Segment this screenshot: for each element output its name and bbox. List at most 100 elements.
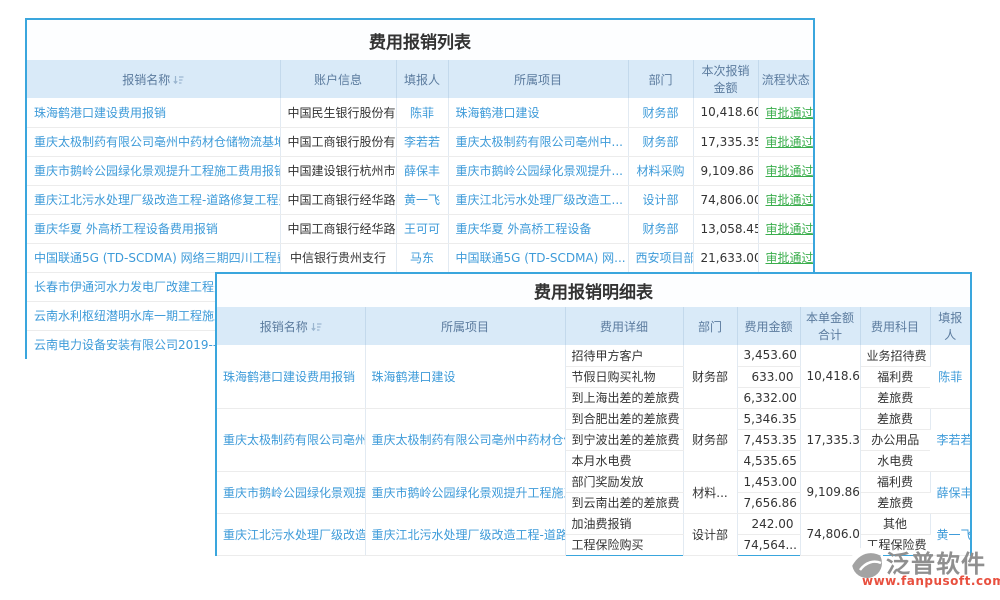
project-link[interactable]: 珠海鹤港口建设 (448, 98, 628, 127)
expense-name-link[interactable]: 珠海鹤港口建设费用报销 (27, 98, 280, 127)
amount-cell: 5,346.35 (737, 408, 800, 429)
dept-cell: 财务部 (683, 345, 737, 408)
detail-cell: 到宁波出差的差旅费 (565, 429, 683, 450)
category-cell: 差旅费 (860, 492, 930, 513)
amount-cell: 6,332.00 (737, 387, 800, 408)
account-cell: 中国工商银行经华路支行 (280, 214, 396, 243)
sort-icon[interactable] (311, 321, 322, 335)
project-link[interactable]: 重庆江北污水处理厂级改造工... (448, 185, 628, 214)
detail-cell: 到云南出差的差旅费 (565, 492, 683, 513)
category-cell: 福利费 (860, 366, 930, 387)
table-row: 重庆市鹅岭公园绿化景观提升工程施工费用报销 中国建设银行杭州市上... 薛保丰 … (27, 156, 813, 185)
dept-cell[interactable]: 财务部 (628, 214, 693, 243)
col-header-detail: 费用详细 (565, 307, 683, 345)
col-header-total: 本单金额合计 (800, 307, 860, 345)
category-cell: 水电费 (860, 450, 930, 471)
status-link[interactable]: 审批通过 (758, 243, 813, 272)
table-row: 重庆江北污水处理厂级改造工程-道路修复工程费用... 中国工商银行经华路支行 黄… (27, 185, 813, 214)
sort-icon[interactable] (173, 74, 184, 88)
expense-detail-header-row: 报销名称 所属项目 费用详细 部门 费用金额 本单金额合计 费用科目 填报人 (217, 307, 970, 345)
filler-link[interactable]: 薛保丰 (930, 471, 970, 513)
amount-cell: 633.00 (737, 366, 800, 387)
dept-cell: 设计部 (683, 513, 737, 555)
project-link[interactable]: 重庆太极制药有限公司亳州中... (448, 127, 628, 156)
project-link[interactable]: 重庆华夏 外高桥工程设备 (448, 214, 628, 243)
status-link[interactable]: 审批通过 (758, 214, 813, 243)
table-row: 重庆太极制药有限公司亳州中药材 重庆太极制药有限公司亳州中药材仓储物流 到合肥出… (217, 408, 970, 429)
filler-link[interactable]: 薛保丰 (396, 156, 448, 185)
project-link[interactable]: 重庆江北污水处理厂级改造工程-道路修复工 (365, 513, 565, 555)
filler-link[interactable]: 李若若 (396, 127, 448, 156)
category-cell: 福利费 (860, 471, 930, 492)
detail-cell: 节假日购买礼物 (565, 366, 683, 387)
account-cell: 中国建设银行杭州市上... (280, 156, 396, 185)
detail-cell: 到上海出差的差旅费 (565, 387, 683, 408)
filler-link[interactable]: 黄一飞 (396, 185, 448, 214)
col-header-project: 所属项目 (448, 60, 628, 98)
expense-name-link[interactable]: 重庆太极制药有限公司亳州中药材 (217, 408, 365, 471)
expense-name-link[interactable]: 中国联通5G (TD-SCDMA) 网络三期四川工程费... (27, 243, 280, 272)
amount-cell: 21,633.00 (693, 243, 758, 272)
expense-detail-table: 报销名称 所属项目 费用详细 部门 费用金额 本单金额合计 费用科目 填报人 珠… (217, 307, 970, 556)
amount-cell: 10,418.60 (693, 98, 758, 127)
dept-cell[interactable]: 材料采购 (628, 156, 693, 185)
expense-detail-panel: 费用报销明细表 报销名称 所属项目 费用详细 部门 费用金额 本单金额合计 费用… (215, 272, 972, 556)
expense-name-link[interactable]: 重庆华夏 外高桥工程设备费用报销 (27, 214, 280, 243)
expense-name-link[interactable]: 重庆江北污水处理厂级改造工程-道 (217, 513, 365, 555)
expense-detail-title: 费用报销明细表 (217, 274, 970, 307)
col-header-filler: 填报人 (930, 307, 970, 345)
account-cell: 中信银行贵州支行 (280, 243, 396, 272)
account-cell: 中国工商银行经华路支行 (280, 185, 396, 214)
amount-cell: 9,109.86 (693, 156, 758, 185)
expense-name-link[interactable]: 珠海鹤港口建设费用报销 (217, 345, 365, 408)
dept-cell: 财务部 (683, 408, 737, 471)
amount-cell: 3,453.60 (737, 345, 800, 366)
total-cell: 10,418.60 (800, 345, 860, 408)
status-link[interactable]: 审批通过 (758, 98, 813, 127)
filler-link[interactable]: 陈菲 (930, 345, 970, 408)
filler-link[interactable]: 陈菲 (396, 98, 448, 127)
col-header-account: 账户信息 (280, 60, 396, 98)
dept-cell[interactable]: 财务部 (628, 127, 693, 156)
category-cell: 业务招待费 (860, 345, 930, 366)
project-link[interactable]: 中国联通5G (TD-SCDMA) 网... (448, 243, 628, 272)
col-header-filler: 填报人 (396, 60, 448, 98)
filler-link[interactable]: 李若若 (930, 408, 970, 471)
col-header-name[interactable]: 报销名称 (217, 307, 365, 345)
expense-name-link[interactable]: 重庆市鹅岭公园绿化景观提升工程施工费用报销 (27, 156, 280, 185)
expense-name-link[interactable]: 重庆太极制药有限公司亳州中药材仓储物流基地项... (27, 127, 280, 156)
category-cell: 其他 (860, 513, 930, 534)
dept-cell[interactable]: 财务部 (628, 98, 693, 127)
table-row: 重庆华夏 外高桥工程设备费用报销 中国工商银行经华路支行 王可可 重庆华夏 外高… (27, 214, 813, 243)
dept-cell[interactable]: 设计部 (628, 185, 693, 214)
amount-cell: 7,656.86 (737, 492, 800, 513)
detail-cell: 本月水电费 (565, 450, 683, 471)
status-link[interactable]: 审批通过 (758, 156, 813, 185)
amount-cell: 74,564... (737, 534, 800, 555)
table-row: 重庆市鹅岭公园绿化景观提升工程施 重庆市鹅岭公园绿化景观提升工程施工 部门奖励发… (217, 471, 970, 492)
col-header-status: 流程状态 (758, 60, 813, 98)
watermark: 泛普软件 www.fanpusoft.com (850, 544, 996, 592)
expense-name-link[interactable]: 重庆市鹅岭公园绿化景观提升工程施 (217, 471, 365, 513)
amount-cell: 1,453.00 (737, 471, 800, 492)
project-link[interactable]: 重庆太极制药有限公司亳州中药材仓储物流 (365, 408, 565, 471)
total-cell: 9,109.86 (800, 471, 860, 513)
dept-cell[interactable]: 西安项目部 (628, 243, 693, 272)
filler-link[interactable]: 马东 (396, 243, 448, 272)
detail-cell: 部门奖励发放 (565, 471, 683, 492)
col-header-project: 所属项目 (365, 307, 565, 345)
project-link[interactable]: 重庆市鹅岭公园绿化景观提升工程施工 (365, 471, 565, 513)
detail-cell: 到合肥出差的差旅费 (565, 408, 683, 429)
expense-name-link[interactable]: 重庆江北污水处理厂级改造工程-道路修复工程费用... (27, 185, 280, 214)
amount-cell: 74,806.00 (693, 185, 758, 214)
status-link[interactable]: 审批通过 (758, 185, 813, 214)
category-cell: 差旅费 (860, 408, 930, 429)
project-link[interactable]: 珠海鹤港口建设 (365, 345, 565, 408)
category-cell: 办公用品 (860, 429, 930, 450)
filler-link[interactable]: 王可可 (396, 214, 448, 243)
account-cell: 中国民生银行股份有限... (280, 98, 396, 127)
project-link[interactable]: 重庆市鹅岭公园绿化景观提升... (448, 156, 628, 185)
status-link[interactable]: 审批通过 (758, 127, 813, 156)
detail-cell: 加油费报销 (565, 513, 683, 534)
col-header-name[interactable]: 报销名称 (27, 60, 280, 98)
